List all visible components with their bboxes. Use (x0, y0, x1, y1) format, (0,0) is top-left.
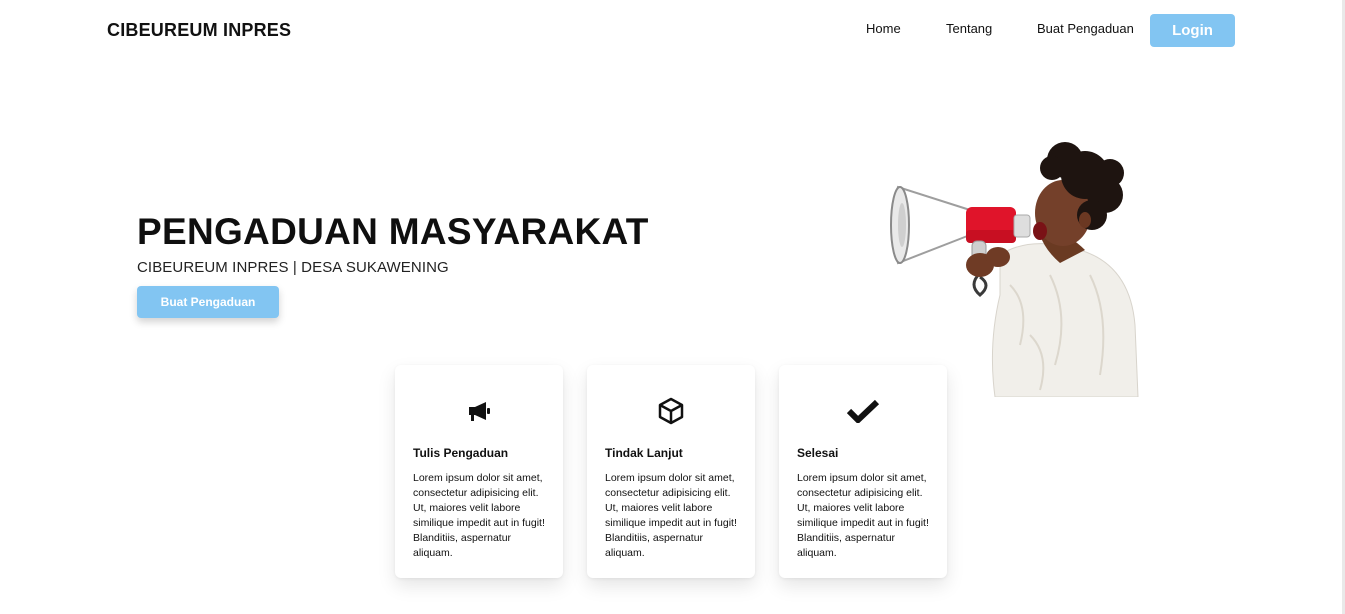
card-text: Lorem ipsum dolor sit amet, consectetur … (797, 472, 929, 559)
navbar: CIBEUREUM INPRES Home Tentang Buat Penga… (0, 0, 1345, 60)
hero-title: PENGADUAN MASYARAKAT (137, 211, 649, 252)
feature-card-tulis-pengaduan: Tulis Pengaduan Lorem ipsum dolor sit am… (395, 365, 563, 578)
card-title: Tulis Pengaduan (413, 446, 509, 460)
nav-link-tentang[interactable]: Tentang (946, 21, 992, 36)
check-icon (779, 396, 947, 426)
card-title: Selesai (797, 446, 839, 460)
box-icon (587, 396, 755, 426)
feature-card-selesai: Selesai Lorem ipsum dolor sit amet, cons… (779, 365, 947, 578)
card-text: Lorem ipsum dolor sit amet, consectetur … (605, 472, 737, 559)
megaphone-man-image (890, 142, 1139, 397)
card-title: Tindak Lanjut (605, 446, 683, 460)
feature-card-tindak-lanjut: Tindak Lanjut Lorem ipsum dolor sit amet… (587, 365, 755, 578)
page: CIBEUREUM INPRES Home Tentang Buat Penga… (0, 0, 1345, 614)
card-text: Lorem ipsum dolor sit amet, consectetur … (413, 472, 545, 559)
megaphone-icon (395, 396, 563, 426)
brand-logo[interactable]: CIBEUREUM INPRES (107, 20, 291, 41)
buat-pengaduan-button[interactable]: Buat Pengaduan (137, 286, 279, 318)
nav-link-home[interactable]: Home (866, 21, 901, 36)
login-button[interactable]: Login (1150, 14, 1235, 47)
nav-link-buat-pengaduan[interactable]: Buat Pengaduan (1037, 21, 1134, 36)
hero-subtitle: CIBEUREUM INPRES | DESA SUKAWENING (137, 259, 449, 276)
